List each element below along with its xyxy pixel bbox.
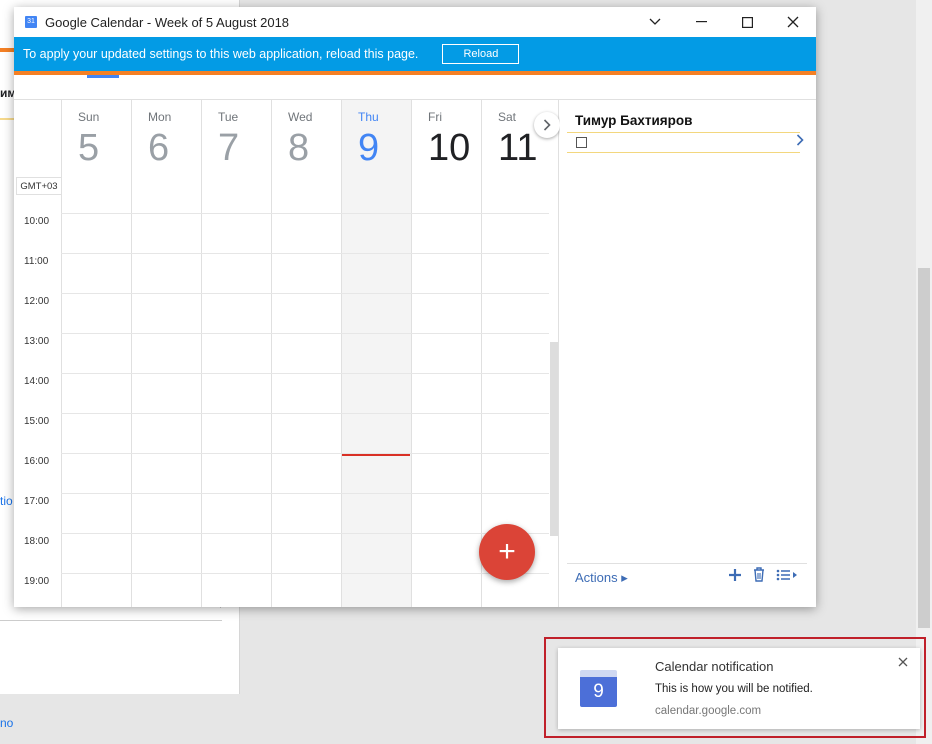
minimize-icon[interactable] xyxy=(678,7,724,37)
day-column[interactable] xyxy=(411,175,481,607)
background-bottom-link[interactable]: no xyxy=(0,716,13,730)
notification-message: This is how you will be notified. xyxy=(655,683,813,695)
hour-label: 14:00 xyxy=(24,376,50,387)
hour-line xyxy=(61,533,549,534)
day-number[interactable]: 9 xyxy=(358,127,379,170)
create-event-button[interactable]: + xyxy=(479,524,535,580)
hour-label: 18:00 xyxy=(24,536,50,547)
chevron-down-icon[interactable] xyxy=(632,7,678,37)
add-task-icon[interactable] xyxy=(728,566,742,587)
day-column[interactable] xyxy=(131,175,201,607)
calendar-window: 31 Google Calendar - Week of 5 August 20… xyxy=(14,7,816,607)
day-column[interactable] xyxy=(271,175,341,607)
close-icon[interactable] xyxy=(770,7,816,37)
day-number[interactable]: 8 xyxy=(288,127,309,170)
reload-banner: To apply your updated settings to this w… xyxy=(14,37,816,71)
maximize-icon[interactable] xyxy=(724,7,770,37)
background-rule xyxy=(0,620,222,621)
day-number[interactable]: 10 xyxy=(428,127,470,170)
day-column[interactable] xyxy=(201,175,271,607)
day-header-fri[interactable]: Fri 10 xyxy=(411,100,481,175)
toolbar-strip xyxy=(14,75,816,100)
hour-label: 16:00 xyxy=(24,456,50,467)
day-column[interactable] xyxy=(61,175,131,607)
hour-label: 10:00 xyxy=(24,216,50,227)
day-number[interactable]: 6 xyxy=(148,127,169,170)
day-name: Sun xyxy=(78,110,100,124)
hour-label: 13:00 xyxy=(24,336,50,347)
day-number[interactable]: 5 xyxy=(78,127,99,170)
banner-message: To apply your updated settings to this w… xyxy=(23,47,419,61)
chevron-right-icon[interactable] xyxy=(796,133,804,150)
day-number[interactable]: 7 xyxy=(218,127,239,170)
day-name: Thu xyxy=(358,110,379,124)
day-name: Fri xyxy=(428,110,442,124)
hour-label: 11:00 xyxy=(24,256,49,267)
hour-label: 17:00 xyxy=(24,496,50,507)
hour-line xyxy=(61,253,549,254)
tasks-panel: Тимур Бахтияров Actions ▸ xyxy=(560,100,816,607)
next-week-button[interactable] xyxy=(534,112,560,138)
hour-label: 19:00 xyxy=(24,576,50,587)
calendar-scrollbar[interactable] xyxy=(550,342,558,536)
hour-line xyxy=(61,413,549,414)
calendar-icon: 9 xyxy=(580,670,617,707)
actions-menu[interactable]: Actions ▸ xyxy=(575,570,628,586)
window-title: Google Calendar - Week of 5 August 2018 xyxy=(45,14,290,30)
hour-line xyxy=(61,213,549,214)
notification-title: Calendar notification xyxy=(655,659,774,674)
day-header-tue[interactable]: Tue 7 xyxy=(201,100,271,175)
hour-line xyxy=(61,573,549,574)
window-titlebar: 31 Google Calendar - Week of 5 August 20… xyxy=(14,7,816,37)
notification-toast[interactable]: 9 Calendar notification This is how you … xyxy=(558,648,920,729)
toolbar-indicator xyxy=(87,75,119,78)
day-header-thu[interactable]: Thu 9 xyxy=(341,100,411,175)
calendar-app-icon: 31 xyxy=(25,16,37,28)
list-options-icon[interactable] xyxy=(776,566,800,587)
hour-label: 15:00 xyxy=(24,416,50,427)
day-column-today[interactable] xyxy=(341,175,411,607)
day-header-sat[interactable]: Sat 11 xyxy=(481,100,551,175)
task-checkbox[interactable] xyxy=(576,137,587,148)
hour-line xyxy=(61,453,549,454)
page-scrollbar-thumb[interactable] xyxy=(918,268,930,628)
current-time-indicator xyxy=(342,454,410,456)
close-icon[interactable] xyxy=(898,654,908,671)
day-header-sun[interactable]: Sun 5 xyxy=(61,100,131,175)
tasks-owner: Тимур Бахтияров xyxy=(575,113,693,128)
tasks-actions-bar: Actions ▸ xyxy=(567,563,807,587)
plus-icon: + xyxy=(498,535,516,568)
hour-line xyxy=(61,293,549,294)
day-name: Mon xyxy=(148,110,172,124)
notification-source: calendar.google.com xyxy=(655,705,762,717)
chevron-right-icon xyxy=(543,119,551,131)
hour-line xyxy=(61,493,549,494)
background-link[interactable]: tio xyxy=(0,494,13,508)
day-name: Sat xyxy=(498,110,517,124)
hour-line xyxy=(61,373,549,374)
day-name: Wed xyxy=(288,110,313,124)
calendar-icon-day: 9 xyxy=(580,677,617,707)
day-header-mon[interactable]: Mon 6 xyxy=(131,100,201,175)
task-row[interactable] xyxy=(567,132,800,153)
hour-line xyxy=(61,333,549,334)
timezone-label: GMT+03 xyxy=(16,177,62,195)
hour-label: 12:00 xyxy=(24,296,50,307)
reload-button[interactable]: Reload xyxy=(442,44,520,64)
week-view: Sun 5 Mon 6 Tue 7 Wed 8 Thu 9 Fri 10 Sat… xyxy=(14,100,560,607)
trash-icon[interactable] xyxy=(752,566,766,587)
day-name: Tue xyxy=(218,110,239,124)
page-scrollbar[interactable] xyxy=(916,0,932,744)
day-header-wed[interactable]: Wed 8 xyxy=(271,100,341,175)
day-number[interactable]: 11 xyxy=(498,127,537,170)
